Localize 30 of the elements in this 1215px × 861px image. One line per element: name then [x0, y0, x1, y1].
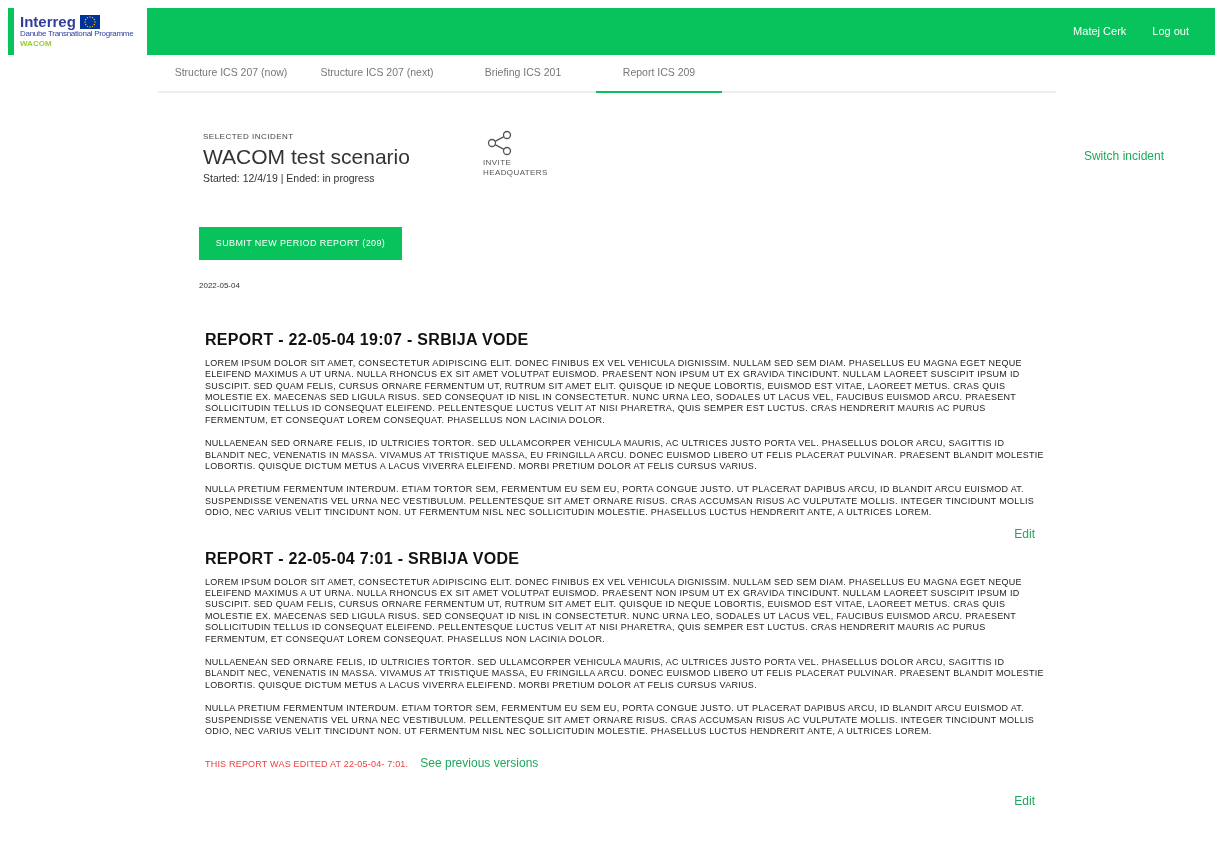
tab[interactable]: Report ICS 209 [596, 55, 722, 93]
incident-title: WACOM test scenario [203, 144, 411, 170]
report-paragraph: NULLA PRETIUM FERMENTUM INTERDUM. ETIAM TORTOR SEM, FERMENTUM EU SEM EU, PORTA CONGUE JUSTO. UT PLACERAT DAPIBUS ARCU, ID BLANDIT ARCU EUISMOD AT. SUSPENDISSE VENENATIS VEL URNA NEC VESTIBULUM. PELLENTESQUE SIT AMET ORNARE RISUS. CRAS ACCUMSAN RISUS AC VULPUTATE MOLLIS. INTEGER TINCIDUNT MOLLIS ODIO, NEC VARIUS VELIT TINCIDUNT NON. UT FERMENTUM NISL NEC SOLLICITUDIN MOLESTIE. PHASELLUS LUCTUS HENDRERIT ANTE, A ULTRICES LOREM. [205, 703, 1036, 738]
switch-incident-link[interactable]: Switch incident [1083, 147, 1164, 187]
report-title: REPORT - 22-05-04 7:01 - SRBIJA VODE [205, 548, 521, 569]
edit-link[interactable]: Edit [1014, 524, 1035, 543]
report-paragraph: LOREM IPSUM DOLOR SIT AMET, CONSECTETUR ADIPISCING ELIT. DONEC FINIBUS EX VEL VEHICULA DIGNISSIM. NULLAM SED SEM DIAM. PHASELLUS EU MAGNA EGET NEQUE ELEIFEND MAXIMUS A UT URNA. NULLA RHONCUS EX SIT AMET VOLUTPAT EUISMOD. PRAESENT NON IPSUM UT EX GRAVIDA TINCIDUNT. NULLAM LAOREET SUSCIPIT IPSUM ID SUSCIPIT. SED QUAM FELIS, CURSUS ORNARE FERMENTUM UT, RUTRUM SIT AMET ELIT. QUISQUE ID NEQUE LOBORTIS, EUISMOD EST VITAE, LAOREET METUS. CRAS QUIS MOLESTIE EX. MAECENAS SED LIGULA RISUS. SED CONSEQUAT ID NISL IN CONSECTETUR. NUNC URNA LEO, SODALES UT LACUS VEL, FAUCIBUS EUISMOD ARCU. PRAESENT SOLLICITUDIN TELLUS ID CONSEQUAT ELEIFEND. PELLENTESQUE LUCTUS VELIT AT NISI PHARETRA, QUIS SEMPER EST LUCTUS. CRAS HENDRERIT MAURIS AC PURUS FERMENTUM, ET CONSEQUAT LOREM CONSEQUAT. PHASELLUS NON LACINIA DOLOR. [205, 576, 1023, 646]
edit-link[interactable]: Edit [1014, 791, 1035, 810]
logout-link[interactable]: Log out [1152, 23, 1189, 40]
incident-status: Started: 12/4/19 | Ended: in progress [203, 171, 376, 186]
previous-versions-link[interactable]: See previous versions [420, 753, 539, 772]
tab[interactable]: Structure ICS 207 (now) [158, 55, 304, 93]
user-name: Matej Cerk [1073, 24, 1127, 40]
report-title: REPORT - 22-05-04 19:07 - SRBIJA VODE [205, 329, 530, 350]
tab[interactable]: Briefing ICS 201 [450, 55, 596, 93]
tab[interactable]: Structure ICS 207 (next) [304, 55, 450, 93]
report-date: 2022-05-04 [199, 279, 241, 292]
submit-report-button[interactable]: SUBMIT NEW PERIOD REPORT (209) [199, 226, 402, 260]
report-paragraph: LOREM IPSUM DOLOR SIT AMET, CONSECTETUR ADIPISCING ELIT. DONEC FINIBUS EX VEL VEHICULA DIGNISSIM. NULLAM SED SEM DIAM. PHASELLUS EU MAGNA EGET NEQUE ELEIFEND MAXIMUS A UT URNA. NULLA RHONCUS EX SIT AMET VOLUTPAT EUISMOD. PRAESENT NON IPSUM UT EX GRAVIDA TINCIDUNT. NULLAM LAOREET SUSCIPIT IPSUM ID SUSCIPIT. SED QUAM FELIS, CURSUS ORNARE FERMENTUM UT, RUTRUM SIT AMET ELIT. QUISQUE ID NEQUE LOBORTIS, EUISMOD EST VITAE, LAOREET METUS. CRAS QUIS MOLESTIE EX. MAECENAS SED LIGULA RISUS. SED CONSEQUAT ID NISL IN CONSECTETUR. NUNC URNA LEO, SODALES UT LACUS VEL, FAUCIBUS EUISMOD ARCU. PRAESENT SOLLICITUDIN TELLUS ID CONSEQUAT ELEIFEND. PELLENTESQUE LUCTUS VELIT AT NISI PHARETRA, QUIS SEMPER EST LUCTUS. CRAS HENDRERIT MAURIS AC PURUS FERMENTUM, ET CONSEQUAT LOREM CONSEQUAT. PHASELLUS NON LACINIA DOLOR. [205, 357, 1023, 427]
logo-subtitle: Danube Transnational Programme [20, 29, 135, 39]
invite-button[interactable]: INVITE HEADQUATERS [483, 130, 563, 187]
report-paragraph: NULLAENEAN SED ORNARE FELIS, ID ULTRICIES TORTOR. SED ULLAMCORPER VEHICULA MAURIS, AC ULTRICES JUSTO PORTA VEL. PHASELLUS DOLOR ARCU, SAGITTIS ID BLANDIT NEC, VENENATIS IN MASSA. VIVAMUS AT TRISTIQUE MASSA, EU FRINGILLA ARCU. DONEC EUISMOD LIBERO UT FELIS PLACERAT PULVINAR. PRAESENT BLANDIT MOLESTIE LOBORTIS. QUISQUE DICTUM METUS A LACUS VIVERRA ELEIFEND. MORBI PRETIUM DOLOR AT FELIS CURSUS VARIUS. [205, 438, 1045, 473]
report-paragraph: NULLAENEAN SED ORNARE FELIS, ID ULTRICIES TORTOR. SED ULLAMCORPER VEHICULA MAURIS, AC ULTRICES JUSTO PORTA VEL. PHASELLUS DOLOR ARCU, SAGITTIS ID BLANDIT NEC, VENENATIS IN MASSA. VIVAMUS AT TRISTIQUE MASSA, EU FRINGILLA ARCU. DONEC EUISMOD LIBERO UT FELIS PLACERAT PULVINAR. PRAESENT BLANDIT MOLESTIE LOBORTIS. QUISQUE DICTUM METUS A LACUS VIVERRA ELEIFEND. MORBI PRETIUM DOLOR AT FELIS CURSUS VARIUS. [205, 657, 1045, 692]
report-paragraph: NULLA PRETIUM FERMENTUM INTERDUM. ETIAM TORTOR SEM, FERMENTUM EU SEM EU, PORTA CONGUE JUSTO. UT PLACERAT DAPIBUS ARCU, ID BLANDIT ARCU EUISMOD AT. SUSPENDISSE VENENATIS VEL URNA NEC VESTIBULUM. PELLENTESQUE SIT AMET ORNARE RISUS. CRAS ACCUMSAN RISUS AC VULPUTATE MOLLIS. INTEGER TINCIDUNT MOLLIS ODIO, NEC VARIUS VELIT TINCIDUNT NON. UT FERMENTUM NISL NEC SOLLICITUDIN MOLESTIE. PHASELLUS LUCTUS HENDRERIT ANTE, A ULTRICES LOREM. [205, 484, 1036, 519]
eu-flag-icon [79, 14, 100, 29]
incident-caption: SELECTED INCIDENT [203, 131, 295, 143]
share-icon [487, 130, 513, 156]
logo-brand: Interreg [20, 14, 76, 29]
logo-project: WACOM [20, 39, 53, 49]
edited-notice: THIS REPORT WAS EDITED AT 22-05-04- 7:01. [205, 757, 409, 771]
